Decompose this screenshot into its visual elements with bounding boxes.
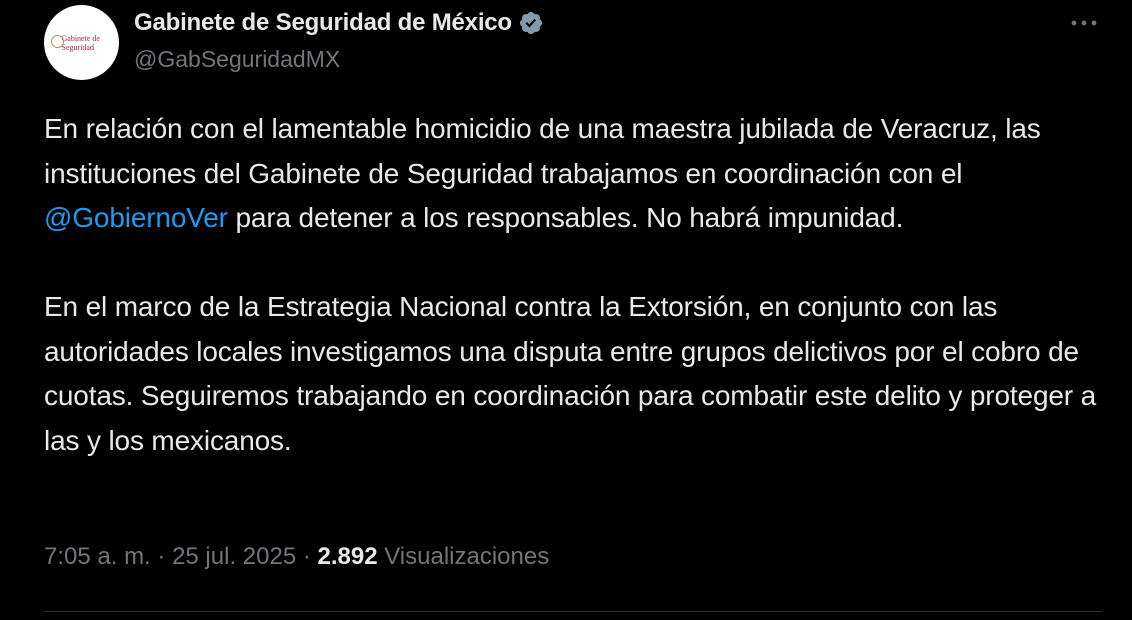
avatar-logo-text: Gabinete de Seguridad <box>61 33 100 52</box>
more-options-button[interactable] <box>1066 10 1102 36</box>
tweet-text-segment: En relación con el lamentable homicidio … <box>44 113 1041 189</box>
meta-separator: · <box>296 543 318 570</box>
tweet-meta: 7:05 a. m. · 25 jul. 2025 · 2.892 Visual… <box>44 543 549 571</box>
tweet-text: En relación con el lamentable homicidio … <box>44 107 1104 463</box>
mention-link[interactable]: @GobiernoVer <box>44 202 228 233</box>
avatar[interactable]: Gabinete de Seguridad <box>44 5 119 80</box>
author-display-name[interactable]: Gabinete de Seguridad de México <box>134 9 512 37</box>
tweet-card: Gabinete de Seguridad Gabinete de Seguri… <box>0 0 1132 620</box>
views-label: Visualizaciones <box>384 543 550 570</box>
seal-icon <box>51 35 64 48</box>
divider <box>44 611 1102 612</box>
views-count: 2.892 <box>317 543 378 570</box>
tweet-text-segment: para detener a los responsables. No habr… <box>227 202 904 233</box>
author-name-row: Gabinete de Seguridad de México <box>134 8 544 38</box>
tweet-paragraph-1: En relación con el lamentable homicidio … <box>44 107 1104 241</box>
author-handle[interactable]: @GabSeguridadMX <box>134 46 340 73</box>
verified-badge-icon[interactable] <box>518 10 544 36</box>
meta-separator: · <box>150 543 173 570</box>
tweet-date[interactable]: 25 jul. 2025 <box>172 543 296 570</box>
tweet-paragraph-2: En el marco de la Estrategia Nacional co… <box>44 291 1097 456</box>
more-options-icon <box>1071 20 1097 26</box>
tweet-time[interactable]: 7:05 a. m. <box>44 543 151 570</box>
